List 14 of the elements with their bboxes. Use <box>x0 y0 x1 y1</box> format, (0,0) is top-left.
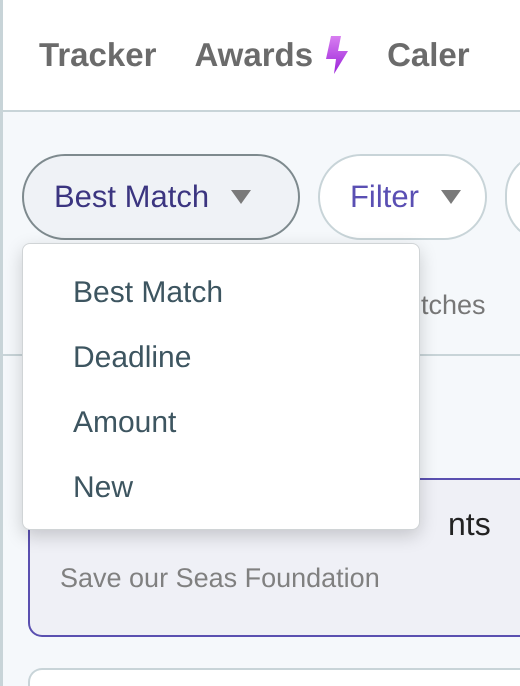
lightning-bolt-icon <box>325 35 350 75</box>
caret-icon <box>440 190 461 204</box>
nav-tab[interactable]: Caler <box>387 36 470 74</box>
card-title: nts <box>447 505 492 544</box>
nav-tab[interactable]: Awards <box>194 36 314 74</box>
menu-item[interactable]: Best Match <box>73 260 224 325</box>
results-count: tches <box>421 290 486 320</box>
menu-item[interactable]: Deadline <box>73 325 192 390</box>
funder-name: Save our Seas Foundation <box>60 562 381 595</box>
nav-tab[interactable]: Tracker <box>39 36 156 74</box>
caret-icon <box>231 190 252 204</box>
sort-button[interactable]: Best Match <box>22 154 300 240</box>
menu-item[interactable]: Amount <box>73 390 176 455</box>
filter-button[interactable]: Filter <box>318 154 487 240</box>
